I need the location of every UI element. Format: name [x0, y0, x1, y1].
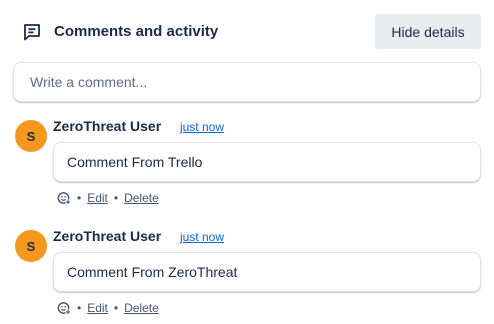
separator-dot: • — [113, 191, 119, 205]
comment-composer[interactable] — [13, 62, 481, 102]
avatar[interactable]: S — [15, 120, 47, 152]
edit-comment-link[interactable]: Edit — [87, 301, 108, 315]
comment-actions: • Edit • Delete — [57, 300, 159, 316]
separator-dot: • — [77, 301, 82, 315]
separator-dot: • — [77, 191, 82, 205]
comment-item: S ZeroThreat User just now Comment From … — [0, 228, 494, 324]
comment-author: ZeroThreat User — [53, 228, 162, 244]
add-reaction-icon[interactable] — [57, 301, 71, 315]
comment-author: ZeroThreat User — [53, 118, 162, 134]
avatar[interactable]: S — [15, 230, 47, 262]
comment-body: Comment From Trello — [53, 142, 481, 182]
comment-timestamp-link[interactable]: just now — [180, 118, 224, 136]
comment-timestamp-link[interactable]: just now — [180, 228, 224, 246]
comment-input[interactable] — [28, 73, 480, 91]
comment-actions: • Edit • Delete — [57, 190, 159, 206]
delete-comment-link[interactable]: Delete — [124, 191, 159, 205]
separator-dot: • — [113, 301, 119, 315]
comment-item: S ZeroThreat User just now Comment From … — [0, 118, 494, 220]
comments-header: Comments and activity Hide details — [0, 0, 494, 62]
add-reaction-icon[interactable] — [57, 191, 71, 205]
delete-comment-link[interactable]: Delete — [124, 301, 159, 315]
comment-body: Comment From ZeroThreat — [53, 252, 481, 292]
hide-details-button[interactable]: Hide details — [375, 14, 481, 49]
edit-comment-link[interactable]: Edit — [87, 191, 108, 205]
comment-icon — [22, 22, 42, 42]
comments-panel: Comments and activity Hide details S Zer… — [0, 0, 494, 324]
section-title: Comments and activity — [54, 23, 219, 40]
